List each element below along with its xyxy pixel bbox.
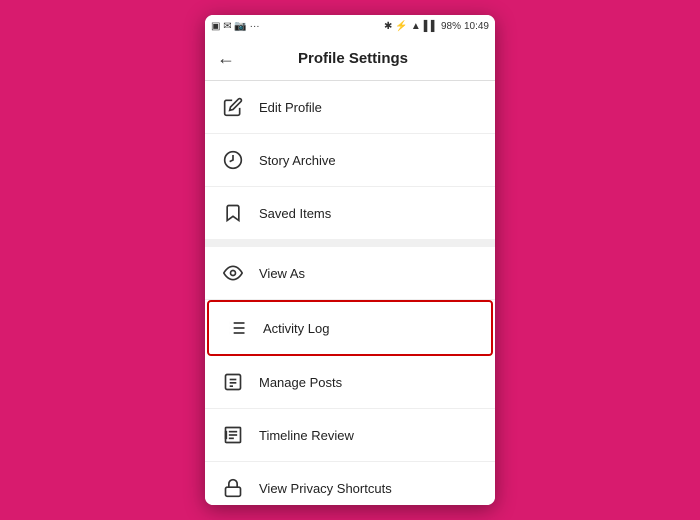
- content-area: Edit Profile Story Archive: [205, 81, 495, 505]
- status-right: ✱ ⚡ ▲ ▌▌ 98% 10:49: [384, 21, 489, 32]
- saved-items-label: Saved Items: [259, 206, 331, 221]
- activity-log-label: Activity Log: [263, 321, 329, 336]
- menu-item-story-archive[interactable]: Story Archive: [205, 134, 495, 187]
- signal-icon: ⚡: [395, 21, 407, 32]
- menu-item-timeline-review[interactable]: Timeline Review: [205, 409, 495, 462]
- network-icon: ▌▌: [424, 21, 438, 32]
- bluetooth-icon: ✱: [384, 21, 392, 32]
- manage-posts-label: Manage Posts: [259, 375, 342, 390]
- menu-group-1: Edit Profile Story Archive: [205, 81, 495, 239]
- status-icons: ▣ ✉ 📷 ···: [211, 21, 260, 32]
- phone-frame: ▣ ✉ 📷 ··· ✱ ⚡ ▲ ▌▌ 98% 10:49 ← Profile S…: [205, 15, 495, 505]
- bookmark-icon: [219, 199, 247, 227]
- battery-level: 98%: [441, 21, 461, 32]
- menu-group-2: View As Activity Log: [205, 247, 495, 505]
- menu-item-view-as[interactable]: View As: [205, 247, 495, 300]
- story-archive-label: Story Archive: [259, 153, 336, 168]
- document-icon: [219, 368, 247, 396]
- page-title: Profile Settings: [247, 50, 459, 67]
- menu-item-manage-posts[interactable]: Manage Posts: [205, 356, 495, 409]
- menu-item-activity-log[interactable]: Activity Log: [207, 300, 493, 356]
- menu-item-edit-profile[interactable]: Edit Profile: [205, 81, 495, 134]
- list-icon: [223, 314, 251, 342]
- edit-profile-label: Edit Profile: [259, 100, 322, 115]
- clock-icon: [219, 146, 247, 174]
- view-as-label: View As: [259, 266, 305, 281]
- header: ← Profile Settings: [205, 37, 495, 81]
- lock-icon: [219, 474, 247, 502]
- menu-item-saved-items[interactable]: Saved Items: [205, 187, 495, 239]
- pencil-icon: [219, 93, 247, 121]
- timeline-icon: [219, 421, 247, 449]
- view-privacy-label: View Privacy Shortcuts: [259, 481, 392, 496]
- status-bar: ▣ ✉ 📷 ··· ✱ ⚡ ▲ ▌▌ 98% 10:49: [205, 15, 495, 37]
- back-button[interactable]: ←: [217, 48, 235, 69]
- status-left: ▣ ✉ 📷 ···: [211, 21, 260, 32]
- timeline-review-label: Timeline Review: [259, 428, 354, 443]
- menu-item-view-privacy[interactable]: View Privacy Shortcuts: [205, 462, 495, 505]
- time: 10:49: [464, 21, 489, 32]
- eye-icon: [219, 259, 247, 287]
- wifi-icon: ▲: [411, 21, 421, 32]
